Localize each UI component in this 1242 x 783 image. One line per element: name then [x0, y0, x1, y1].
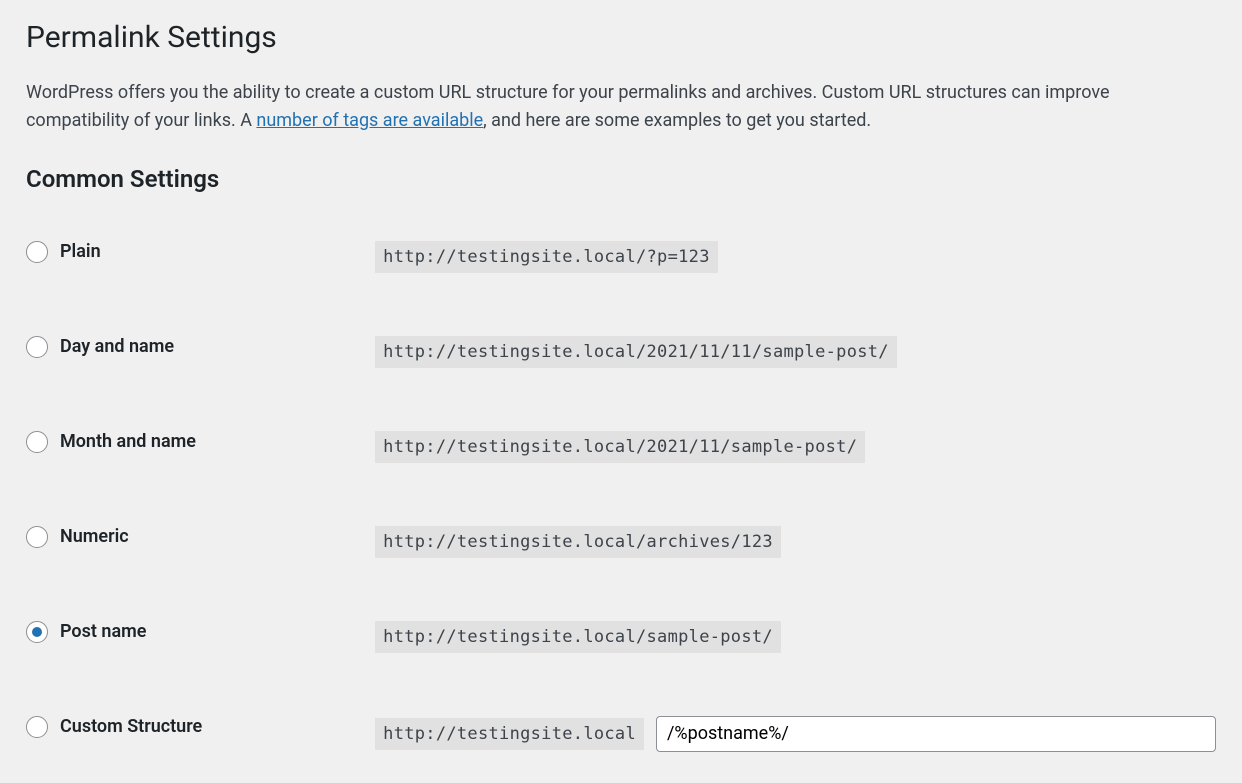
description-text-after: , and here are some examples to get you …	[483, 110, 871, 131]
custom-prefix: http://testingsite.local	[375, 718, 644, 750]
example-post-name: http://testingsite.local/sample-post/	[375, 621, 781, 653]
radio-label-post-name[interactable]: Post name	[26, 621, 375, 643]
radio-label-month-name[interactable]: Month and name	[26, 431, 375, 453]
option-row-day-name: Day and name http://testingsite.local/20…	[26, 336, 1216, 431]
radio-text-plain: Plain	[60, 241, 101, 262]
radio-custom[interactable]	[26, 716, 48, 738]
example-plain: http://testingsite.local/?p=123	[375, 241, 718, 273]
radio-post-name[interactable]	[26, 621, 48, 643]
radio-label-numeric[interactable]: Numeric	[26, 526, 375, 548]
radio-text-post-name: Post name	[60, 621, 146, 642]
custom-structure-input[interactable]	[656, 716, 1216, 752]
radio-text-numeric: Numeric	[60, 526, 129, 547]
custom-structure-row: http://testingsite.local	[375, 716, 1216, 752]
radio-label-plain[interactable]: Plain	[26, 241, 375, 263]
radio-numeric[interactable]	[26, 526, 48, 548]
radio-text-day-name: Day and name	[60, 336, 174, 357]
radio-label-custom[interactable]: Custom Structure	[26, 716, 375, 738]
option-row-custom: Custom Structure http://testingsite.loca…	[26, 716, 1216, 756]
example-numeric: http://testingsite.local/archives/123	[375, 526, 781, 558]
option-row-plain: Plain http://testingsite.local/?p=123	[26, 241, 1216, 336]
page-title: Permalink Settings	[26, 20, 1216, 55]
radio-day-name[interactable]	[26, 336, 48, 358]
radio-plain[interactable]	[26, 241, 48, 263]
option-row-month-name: Month and name http://testingsite.local/…	[26, 431, 1216, 526]
page-description: WordPress offers you the ability to crea…	[26, 79, 1216, 135]
option-row-numeric: Numeric http://testingsite.local/archive…	[26, 526, 1216, 621]
radio-text-month-name: Month and name	[60, 431, 196, 452]
option-row-post-name: Post name http://testingsite.local/sampl…	[26, 621, 1216, 716]
radio-text-custom: Custom Structure	[60, 716, 202, 737]
radio-label-day-name[interactable]: Day and name	[26, 336, 375, 358]
section-title: Common Settings	[26, 165, 1216, 193]
example-month-name: http://testingsite.local/2021/11/sample-…	[375, 431, 865, 463]
permalink-options-table: Plain http://testingsite.local/?p=123 Da…	[26, 241, 1216, 756]
radio-month-name[interactable]	[26, 431, 48, 453]
example-day-name: http://testingsite.local/2021/11/11/samp…	[375, 336, 897, 368]
tags-available-link[interactable]: number of tags are available	[256, 110, 483, 131]
